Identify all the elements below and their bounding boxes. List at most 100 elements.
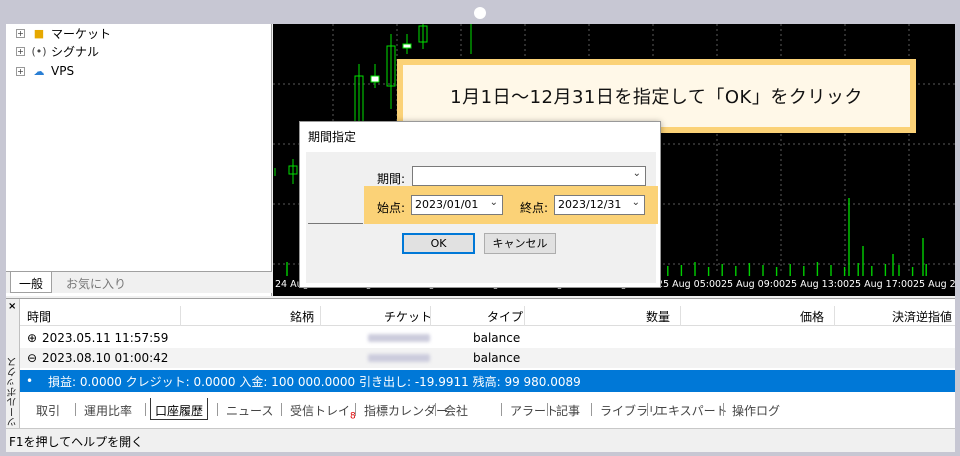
redacted-ticket xyxy=(368,354,430,362)
toolbox-tab-label: 取引 xyxy=(36,404,61,418)
ok-button[interactable]: OK xyxy=(402,233,475,254)
toolbox-tab[interactable]: 指標カレンダー xyxy=(360,401,452,420)
toolbox-tab[interactable]: 記事 xyxy=(552,401,584,420)
x-axis-label: 25 Aug 05:00 xyxy=(657,279,722,290)
status-text: F1を押してヘルプを開く xyxy=(9,435,144,449)
cancel-button[interactable]: キャンセル xyxy=(484,233,556,254)
cloud-icon: ☁ xyxy=(33,64,45,78)
market-icon: ■ xyxy=(33,26,45,40)
toolbox-tab[interactable]: 受信トレイ8 xyxy=(286,401,360,422)
device-frame: + ■ マーケット + (•) シグナル + ☁ VPS 一般 お気に入り 24… xyxy=(0,0,960,456)
row-type: balance xyxy=(473,331,521,345)
tab-favorites[interactable]: お気に入り xyxy=(58,272,134,293)
redacted-ticket xyxy=(368,334,430,342)
col-type[interactable]: タイプ xyxy=(487,308,523,325)
toolbox-title: ツールボックス xyxy=(8,357,19,427)
balance-summary-row[interactable]: • 損益: 0.0000 クレジット: 0.0000 入金: 100 000.0… xyxy=(20,370,955,392)
expand-icon[interactable]: + xyxy=(16,66,25,76)
summary-text: 損益: 0.0000 クレジット: 0.0000 入金: 100 000.000… xyxy=(48,375,581,389)
toolbox-tab[interactable]: 口座履歴 xyxy=(150,398,209,420)
start-date-picker[interactable]: 2023/01/01 ⌄ xyxy=(411,195,503,215)
column-divider xyxy=(430,306,431,326)
col-ticket[interactable]: チケット xyxy=(384,308,432,325)
toolbox-tab[interactable]: エキスパート xyxy=(652,401,732,420)
nav-item-label: シグナル xyxy=(51,44,100,59)
chevron-down-icon: ⌄ xyxy=(632,168,641,179)
tab-divider xyxy=(547,403,548,416)
tab-divider xyxy=(647,403,648,416)
expand-row-icon[interactable]: ⊕ xyxy=(27,331,37,345)
toolbox-panel: × ツールボックス 時間 銘柄 チケット タイプ 数量 価格 決済逆指値 ⊕ 2… xyxy=(6,298,955,429)
table-row[interactable]: ⊖ 2023.08.10 01:00:42 balance xyxy=(20,348,955,368)
toolbox-tab[interactable]: 会社 xyxy=(440,401,472,420)
toolbox-sidebar: × ツールボックス xyxy=(6,299,20,429)
table-row[interactable]: ⊕ 2023.05.11 11:57:59 balance xyxy=(20,328,955,348)
tab-divider xyxy=(75,403,76,416)
end-date-value: 2023/12/31 xyxy=(558,198,622,211)
toolbox-tab-label: エキスパート xyxy=(656,404,728,418)
expand-icon[interactable]: + xyxy=(16,46,25,56)
toolbox-tab[interactable]: ニュース xyxy=(222,401,277,420)
tab-divider xyxy=(355,403,356,416)
start-date-value: 2023/01/01 xyxy=(415,198,479,211)
tab-divider xyxy=(723,403,724,416)
dialog-divider xyxy=(308,223,363,224)
toolbox-tab-label: 運用比率 xyxy=(84,404,133,418)
nav-item-label: マーケット xyxy=(51,26,112,41)
tab-divider xyxy=(281,403,282,416)
end-date-picker[interactable]: 2023/12/31 ⌄ xyxy=(554,195,645,215)
end-label: 終点: xyxy=(520,201,549,215)
x-axis-label: 25 Aug 09:00 xyxy=(721,279,786,290)
toolbox-tab[interactable]: 取引 xyxy=(32,401,64,420)
tab-divider xyxy=(591,403,592,416)
column-divider xyxy=(834,306,835,326)
toolbox-tabs: 取引 運用比率 口座履歴 ニュース 受信トレイ8 指標カレンダー 会社 アラート 記事 ライブラリ… xyxy=(20,398,955,422)
frame-hole xyxy=(474,7,486,19)
tab-divider xyxy=(501,403,502,416)
col-time[interactable]: 時間 xyxy=(27,308,51,325)
nav-item-label: VPS xyxy=(51,64,75,78)
table-header: 時間 銘柄 チケット タイプ 数量 価格 決済逆指値 xyxy=(20,306,955,326)
collapse-row-icon[interactable]: ⊖ xyxy=(27,351,37,365)
toolbox-tab-label: アラート xyxy=(510,404,559,418)
chevron-down-icon: ⌄ xyxy=(631,197,640,208)
row-time: 2023.08.10 01:00:42 xyxy=(42,351,169,365)
status-bar: F1を押してヘルプを開く xyxy=(6,428,955,452)
column-divider xyxy=(680,306,681,326)
callout-text: 1月1日〜12月31日を指定して「OK」をクリック xyxy=(450,87,863,108)
column-divider xyxy=(180,306,181,326)
navigator-panel: + ■ マーケット + (•) シグナル + ☁ VPS 一般 お気に入り xyxy=(6,24,272,296)
col-volume[interactable]: 数量 xyxy=(646,308,670,325)
toolbox-tab-label: ニュース xyxy=(226,404,274,418)
toolbox-tab-label: ライブラリ xyxy=(600,404,661,418)
period-label: 期間: xyxy=(377,172,406,186)
toolbox-tab-label: 記事 xyxy=(556,404,581,418)
row-type: balance xyxy=(473,351,521,365)
app-window: + ■ マーケット + (•) シグナル + ☁ VPS 一般 お気に入り 24… xyxy=(6,24,955,452)
toolbox-tab-label: 会社 xyxy=(444,404,469,418)
toolbox-tab[interactable]: 運用比率 xyxy=(80,401,136,420)
nav-item-signal[interactable]: + (•) シグナル xyxy=(16,42,99,60)
toolbox-tab-label: 口座履歴 xyxy=(155,404,204,418)
toolbox-tab-label: 操作ログ xyxy=(732,404,781,418)
col-symbol[interactable]: 銘柄 xyxy=(290,308,314,325)
tab-general[interactable]: 一般 xyxy=(10,272,53,293)
expand-icon[interactable]: + xyxy=(16,28,25,38)
nav-item-market[interactable]: + ■ マーケット xyxy=(16,24,111,42)
tab-divider xyxy=(217,403,218,416)
x-axis-label: 25 Aug 17:00 xyxy=(849,279,914,290)
nav-item-vps[interactable]: + ☁ VPS xyxy=(16,62,74,80)
period-select[interactable]: ⌄ xyxy=(412,166,646,186)
tab-divider xyxy=(145,403,146,416)
signal-icon: (•) xyxy=(31,44,47,58)
toolbox-tab[interactable]: 操作ログ xyxy=(728,401,784,420)
x-axis-label: 25 Aug 13:00 xyxy=(785,279,850,290)
bullet-icon: • xyxy=(26,374,34,388)
col-stop-loss[interactable]: 決済逆指値 xyxy=(892,308,952,325)
close-icon[interactable]: × xyxy=(8,301,16,312)
chevron-down-icon: ⌄ xyxy=(489,197,498,208)
col-price[interactable]: 価格 xyxy=(800,308,824,325)
tab-divider xyxy=(435,403,436,416)
column-divider xyxy=(320,306,321,326)
column-divider xyxy=(524,306,525,326)
